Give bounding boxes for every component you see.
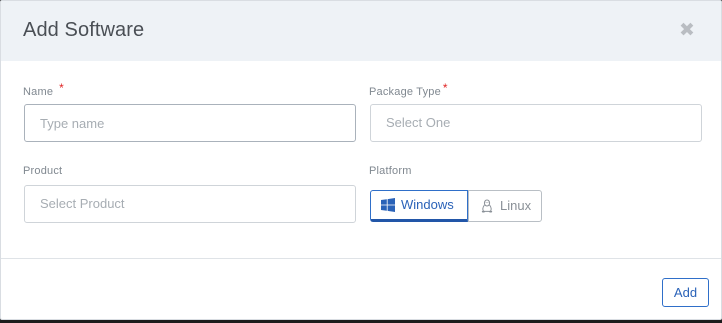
platform-option-linux[interactable]: Linux: [468, 190, 542, 222]
windows-icon: [381, 198, 395, 212]
product-label: Product: [23, 165, 63, 177]
platform-option-windows[interactable]: Windows: [370, 190, 468, 222]
add-button[interactable]: Add: [662, 278, 709, 307]
package-type-select[interactable]: Select One: [370, 104, 702, 142]
linux-icon: [480, 199, 494, 213]
dialog-title: Add Software: [23, 19, 145, 41]
name-label: Name *: [23, 81, 65, 98]
name-required-mark: *: [59, 81, 65, 95]
name-label-text: Name: [23, 86, 54, 98]
platform-option-label: Linux: [500, 198, 532, 213]
platform-option-label: Windows: [401, 197, 454, 212]
package-type-required-mark: *: [442, 81, 448, 95]
package-type-label-text: Package Type: [369, 86, 441, 98]
platform-label: Platform: [369, 165, 412, 177]
package-type-label: Package Type *: [369, 81, 448, 98]
dialog-header: Add Software ✖: [1, 1, 721, 61]
close-icon[interactable]: ✖: [677, 21, 697, 41]
product-select[interactable]: Select Product: [24, 185, 356, 223]
name-input[interactable]: [24, 104, 356, 142]
footer-divider: [1, 258, 721, 259]
add-software-dialog: Add Software ✖ Name* Package Type* Selec…: [0, 0, 722, 320]
